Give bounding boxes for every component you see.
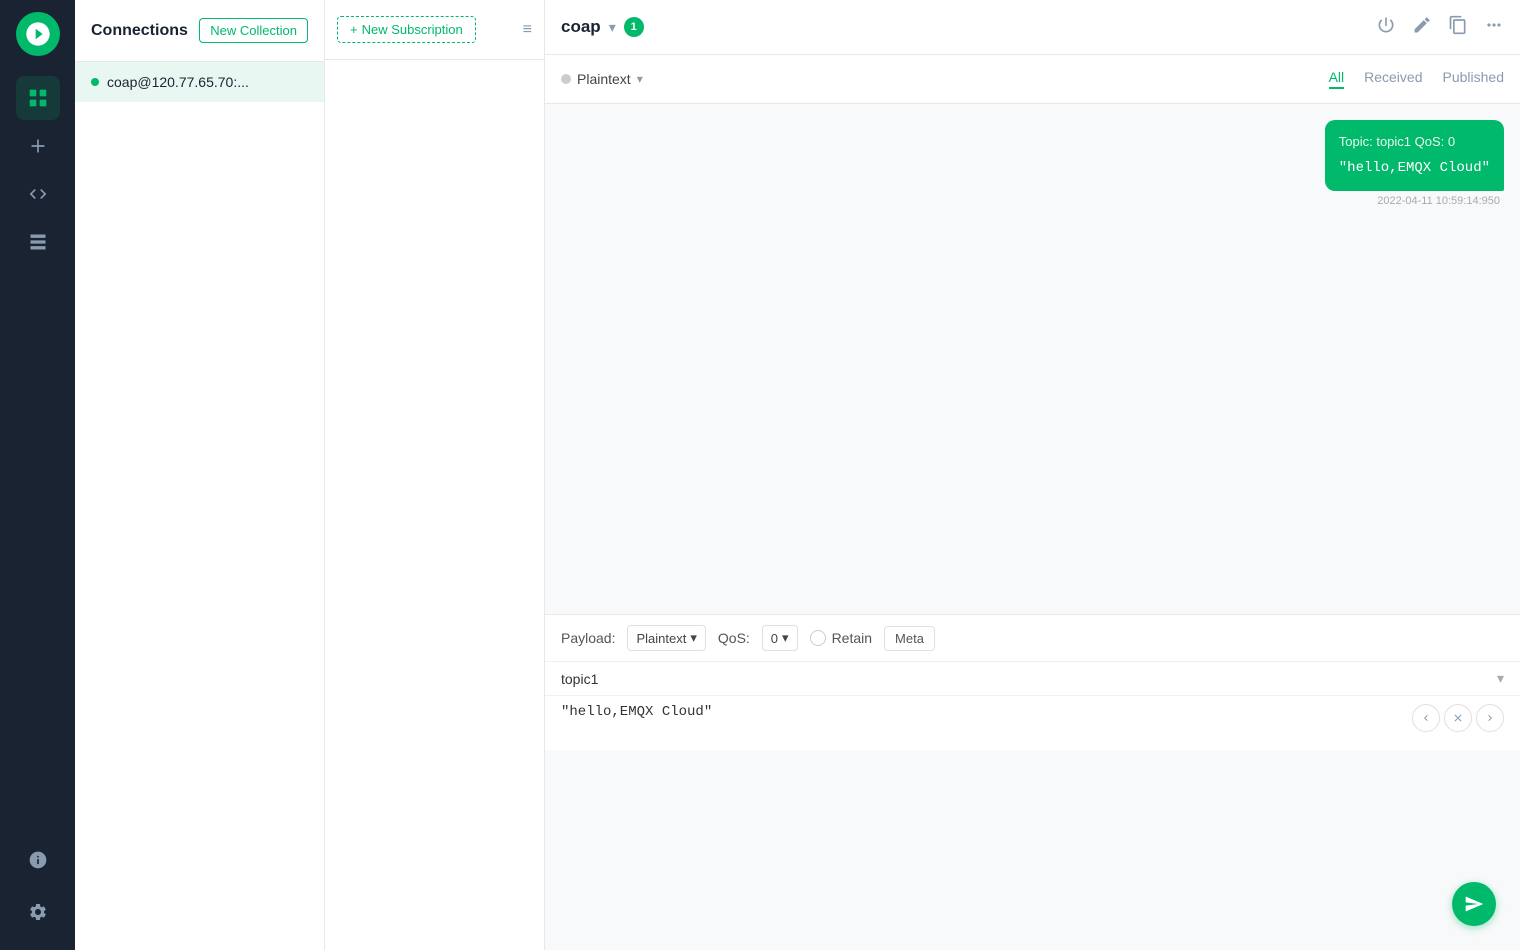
filter-icon[interactable]: ≡	[523, 21, 532, 39]
publish-area: Payload: Plaintext ▾ QoS: 0 ▾ Retain Met…	[545, 614, 1520, 950]
power-icon[interactable]	[1376, 15, 1396, 40]
connection-title: coap	[561, 17, 601, 37]
payload-input[interactable]: "hello,EMQX Cloud"	[561, 704, 1412, 734]
payload-label: Payload:	[561, 630, 615, 646]
qos-chevron-icon: ▾	[782, 630, 789, 646]
retain-label: Retain	[832, 630, 872, 646]
connections-title: Connections	[91, 22, 188, 40]
sidebar-item-code[interactable]	[16, 172, 60, 216]
topbar-left: coap ▾ 1	[561, 17, 644, 37]
logo-button[interactable]	[16, 12, 60, 56]
sidebar-item-connections[interactable]	[16, 76, 60, 120]
qos-value: 0	[1448, 134, 1455, 149]
new-subscription-button[interactable]: + New Subscription	[337, 16, 476, 43]
format-label[interactable]: Plaintext	[577, 71, 631, 87]
tab-published[interactable]: Published	[1443, 69, 1505, 89]
message-topic-qos: Topic: topic1 QoS: 0	[1339, 132, 1490, 152]
subscriptions-header: + New Subscription ≡	[325, 0, 544, 60]
connections-header: Connections New Collection	[75, 0, 324, 62]
message-area: Plaintext ▾ All Received Published Topic…	[545, 55, 1520, 950]
tab-all[interactable]: All	[1329, 69, 1345, 89]
sidebar-item-settings[interactable]	[16, 890, 60, 934]
connections-panel: Connections New Collection coap@120.77.6…	[75, 0, 325, 950]
message-timestamp: 2022-04-11 10:59:14:950	[1377, 195, 1504, 207]
more-icon[interactable]	[1484, 15, 1504, 40]
prev-message-button[interactable]	[1412, 704, 1440, 732]
payload-format-select[interactable]: Plaintext ▾	[627, 625, 705, 651]
connection-status-dot	[91, 78, 99, 86]
chevron-down-icon[interactable]: ▾	[609, 19, 616, 36]
topbar-right	[1376, 15, 1504, 40]
new-subscription-label: New Subscription	[362, 22, 463, 37]
connection-item[interactable]: coap@120.77.65.70:...	[75, 62, 324, 102]
connection-name: coap@120.77.65.70:...	[107, 74, 249, 90]
filter-left: Plaintext ▾	[561, 71, 643, 87]
tab-received[interactable]: Received	[1364, 69, 1422, 89]
sidebar-item-data[interactable]	[16, 220, 60, 264]
publish-nav-buttons	[1412, 704, 1504, 732]
message-item: Topic: topic1 QoS: 0 "hello,EMQX Cloud" …	[1325, 120, 1504, 207]
format-chevron-icon[interactable]: ▾	[637, 72, 643, 86]
main-area: coap ▾ 1	[545, 0, 1520, 950]
plus-icon: +	[350, 22, 358, 37]
topic-label: Topic:	[1339, 134, 1377, 149]
publish-topic-row: ▾	[545, 662, 1520, 696]
payload-format-value: Plaintext	[636, 631, 686, 646]
qos-separator: QoS:	[1415, 134, 1448, 149]
sidebar	[0, 0, 75, 950]
qos-select[interactable]: 0 ▾	[762, 625, 798, 651]
publish-toolbar: Payload: Plaintext ▾ QoS: 0 ▾ Retain Met…	[545, 615, 1520, 662]
publish-payload-row: "hello,EMQX Cloud"	[545, 696, 1520, 750]
send-button[interactable]	[1452, 882, 1496, 926]
clear-message-button[interactable]	[1444, 704, 1472, 732]
topbar: coap ▾ 1	[545, 0, 1520, 55]
subscriptions-panel: + New Subscription ≡	[325, 0, 545, 950]
topic-input[interactable]	[561, 671, 1497, 687]
edit-icon[interactable]	[1412, 15, 1432, 40]
new-collection-button[interactable]: New Collection	[199, 18, 308, 43]
expand-icon[interactable]: ▾	[1497, 670, 1504, 687]
message-count-badge: 1	[624, 17, 644, 37]
messages-list: Topic: topic1 QoS: 0 "hello,EMQX Cloud" …	[545, 104, 1520, 614]
sidebar-item-add[interactable]	[16, 124, 60, 168]
format-status-dot	[561, 74, 571, 84]
qos-value-display: 0	[771, 631, 778, 646]
copy-icon[interactable]	[1448, 15, 1468, 40]
retain-checkbox[interactable]	[810, 630, 826, 646]
topic-value: topic1	[1376, 134, 1411, 149]
qos-label: QoS:	[718, 630, 750, 646]
publish-empty-area	[545, 750, 1520, 950]
sidebar-item-info[interactable]	[16, 838, 60, 882]
meta-button[interactable]: Meta	[884, 626, 935, 651]
retain-group: Retain	[810, 630, 872, 646]
filter-tabs: All Received Published	[1329, 69, 1504, 89]
message-payload: "hello,EMQX Cloud"	[1339, 158, 1490, 179]
payload-format-chevron-icon: ▾	[690, 630, 697, 646]
next-message-button[interactable]	[1476, 704, 1504, 732]
filter-bar: Plaintext ▾ All Received Published	[545, 55, 1520, 104]
message-bubble: Topic: topic1 QoS: 0 "hello,EMQX Cloud"	[1325, 120, 1504, 191]
